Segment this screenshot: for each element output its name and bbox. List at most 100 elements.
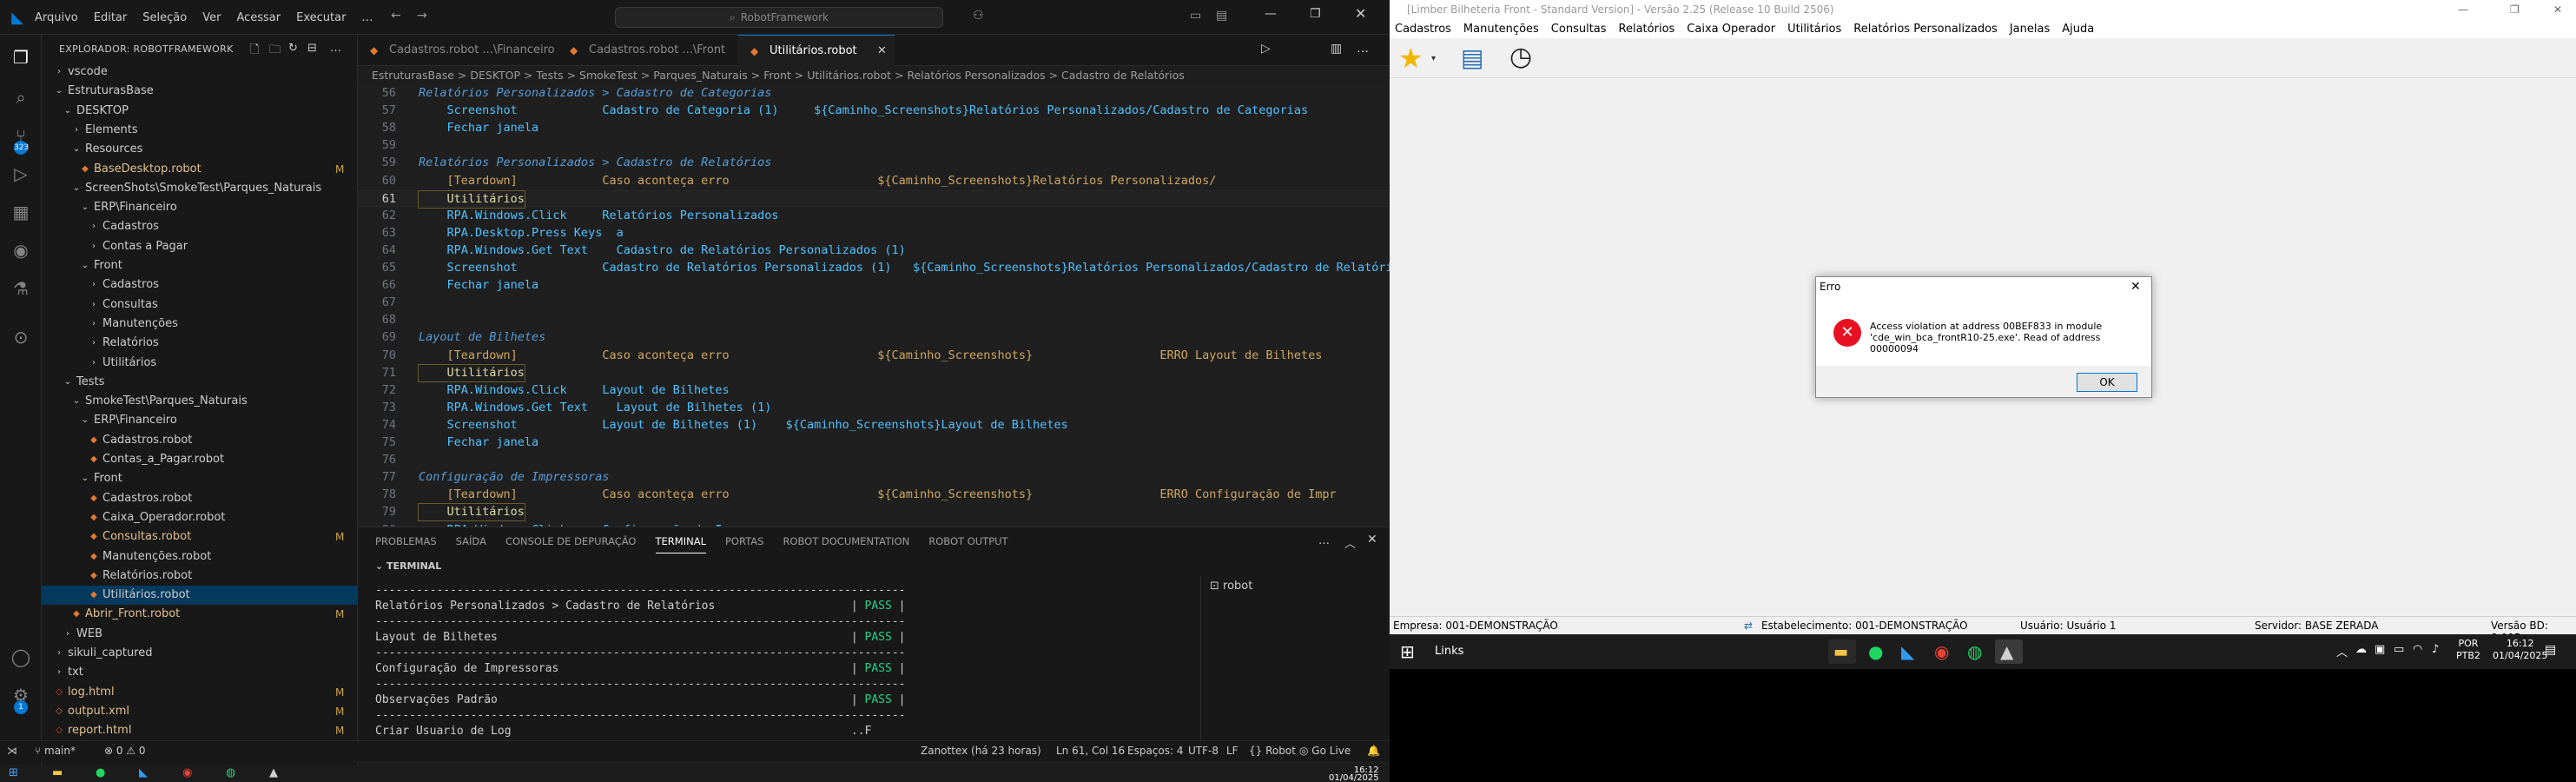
folder-item[interactable]: ⌄ EstruturasBase xyxy=(42,82,358,101)
code-line[interactable]: 57 Screenshot Cadastro de Categoria (1) … xyxy=(358,103,1390,119)
file-item[interactable]: ◇ log.html M xyxy=(42,683,358,702)
menu-acessar[interactable]: Acessar xyxy=(236,11,281,24)
file-item[interactable]: ◆ Cadastros.robot xyxy=(42,489,358,508)
folder-item[interactable]: › vscode xyxy=(42,63,358,82)
file-item[interactable]: ◆ Cadastros.robot xyxy=(42,431,358,450)
file-item[interactable]: ◆ Manutenções.robot xyxy=(42,547,358,567)
language-mode[interactable]: {} Robot xyxy=(1249,745,1296,757)
code-line[interactable]: 78 [Teardown] Caso aconteça erro ${Camin… xyxy=(358,487,1390,503)
editor-more-icon[interactable]: … xyxy=(1357,42,1369,56)
file-explorer-icon[interactable]: ▬ xyxy=(1828,640,1856,664)
folder-item[interactable]: › WEB xyxy=(42,625,358,644)
copilot-icon[interactable]: ⚇ xyxy=(973,9,984,23)
chrome-icon[interactable]: ◉ xyxy=(182,766,192,779)
forward-arrow-icon[interactable]: → xyxy=(417,9,427,23)
menu-executar[interactable]: Executar xyxy=(296,11,346,24)
menu-utilitarios[interactable]: Utilitários xyxy=(1787,23,1841,36)
close-panel-icon[interactable]: ✕ xyxy=(1367,533,1377,547)
tab-cadastros-front[interactable]: ◆ Cadastros.robot ...\Front xyxy=(558,35,736,66)
spotify-icon[interactable]: ● xyxy=(96,766,105,779)
tab-portas[interactable]: PORTAS xyxy=(725,535,763,547)
windows-start-icon[interactable]: ⊞ xyxy=(9,766,18,779)
clock[interactable]: 16:12 01/04/2025 xyxy=(2493,638,2547,662)
code-line[interactable]: 70 [Teardown] Caso aconteça erro ${Camin… xyxy=(358,348,1390,364)
code-line[interactable]: 56 Relatórios Personalizados > Cadastro d… xyxy=(358,85,1390,102)
code-line[interactable]: 62 RPA.Windows.Click Relatórios Personal… xyxy=(358,208,1390,224)
minimize-icon[interactable]: — xyxy=(2458,0,2468,19)
code-line[interactable]: 58 Fechar janela xyxy=(358,120,1390,136)
file-explorer-icon[interactable]: ▬ xyxy=(52,766,63,779)
indentation[interactable]: Espaços: 4 xyxy=(1127,745,1184,757)
notepad-icon[interactable]: ▤ xyxy=(1461,43,1483,72)
windows-start-icon[interactable]: ⊞ xyxy=(1400,641,1415,662)
notifications-bell-icon[interactable]: 🔔 xyxy=(1367,745,1380,757)
explorer-icon[interactable]: ❐ xyxy=(10,47,31,68)
menu-relatorios[interactable]: Relatórios xyxy=(1619,23,1675,36)
code-line[interactable]: 75 Fechar janela xyxy=(358,434,1390,451)
collapse-all-icon[interactable]: ⊟ xyxy=(307,42,317,55)
folder-item[interactable]: › Contas a Pagar xyxy=(42,237,358,256)
folder-item[interactable]: › txt xyxy=(42,663,358,682)
code-line[interactable]: 63 RPA.Desktop.Press Keys a xyxy=(358,225,1390,242)
code-line[interactable]: 73 RPA.Windows.Get Text Layout de Bilhet… xyxy=(358,400,1390,416)
file-item[interactable]: ◆ Utilitários.robot xyxy=(42,586,358,606)
volume-icon[interactable]: ♪ xyxy=(2432,643,2439,656)
close-icon[interactable]: ✕ xyxy=(2130,277,2141,296)
tab-terminal[interactable]: TERMINAL xyxy=(655,535,706,553)
maximize-icon[interactable]: ❐ xyxy=(1310,7,1321,21)
tab-console-depuracao[interactable]: CONSOLE DE DEPURAÇÃO xyxy=(505,535,637,547)
folder-item[interactable]: › Utilitários xyxy=(42,354,358,373)
cursor-position[interactable]: Ln 61, Col 16 xyxy=(1056,745,1125,757)
tab-saida[interactable]: SAÍDA xyxy=(456,535,486,547)
encoding[interactable]: UTF-8 xyxy=(1188,745,1219,757)
terminal-instance[interactable]: ⊡ robot xyxy=(1210,580,1252,593)
chevron-down-icon[interactable]: ▾ xyxy=(1431,54,1436,63)
menu-selecao[interactable]: Seleção xyxy=(142,11,187,24)
folder-item[interactable]: ⌄ ScreenShots\SmokeTest\Parques_Naturais xyxy=(42,179,358,198)
folder-item[interactable]: ⌄ SmokeTest\Parques_Naturais xyxy=(42,392,358,411)
code-line[interactable]: 71 Utilitários xyxy=(358,363,1390,382)
folder-item[interactable]: ⌄ Front xyxy=(42,469,358,488)
folder-item[interactable]: ⌄ DESKTOP xyxy=(42,102,358,121)
whatsapp-icon[interactable]: ◍ xyxy=(226,766,235,779)
code-line[interactable]: 69 Layout de Bilhetes xyxy=(358,329,1390,346)
notification-center-icon[interactable]: ▤ xyxy=(2545,643,2556,657)
menu-arquivo[interactable]: Arquivo xyxy=(35,11,78,24)
tab-close-icon[interactable]: ✕ xyxy=(877,36,887,67)
layout-icon[interactable]: ▤ xyxy=(1216,9,1227,23)
new-file-icon[interactable]: 🗋 xyxy=(250,42,259,61)
menu-editar[interactable]: Editar xyxy=(94,11,128,24)
folder-item[interactable]: ⌄ ERP\Financeiro xyxy=(42,198,358,217)
toggle-panel-icon[interactable]: ▭ xyxy=(1190,9,1201,23)
tab-cadastros-financeiro[interactable]: ◆ Cadastros.robot ...\Financeiro xyxy=(358,35,556,66)
robot-icon[interactable]: ◉ xyxy=(10,240,31,261)
menu-relatorios-personalizados[interactable]: Relatórios Personalizados xyxy=(1853,23,1998,36)
folder-item[interactable]: › Cadastros xyxy=(42,275,358,295)
file-item[interactable]: ◇ output.xml M xyxy=(42,702,358,721)
go-live[interactable]: ◎ Go Live xyxy=(1299,745,1351,757)
problems-status[interactable]: ⊗ 0 ⚠ 0 xyxy=(104,745,146,757)
code-line[interactable]: 67 xyxy=(358,295,1390,311)
code-line[interactable]: 59 xyxy=(358,137,1390,154)
back-arrow-icon[interactable]: ← xyxy=(391,9,401,23)
code-editor[interactable]: 56 Relatórios Personalizados > Cadastro d… xyxy=(358,85,1390,527)
code-line[interactable]: 65 Screenshot Cadastro de Relatórios Per… xyxy=(358,260,1390,276)
folder-item[interactable]: › sikuli_captured xyxy=(42,644,358,663)
code-line[interactable]: 66 Fechar janela xyxy=(358,277,1390,294)
maximize-icon[interactable]: ❐ xyxy=(2510,0,2520,19)
code-line[interactable]: 76 xyxy=(358,452,1390,468)
more-actions-icon[interactable]: … xyxy=(330,42,341,55)
folder-item[interactable]: › Elements xyxy=(42,121,358,140)
code-line[interactable]: 59 Relatórios Personalizados > Cadastro d… xyxy=(358,155,1390,171)
onedrive-icon[interactable]: ☁ xyxy=(2355,643,2367,656)
tab-problemas[interactable]: PROBLEMAS xyxy=(375,535,437,547)
tab-robot-output[interactable]: ROBOT OUTPUT xyxy=(928,535,1007,547)
menu-more[interactable]: … xyxy=(361,11,373,24)
refresh-icon[interactable]: ↻ xyxy=(288,42,298,55)
breadcrumb[interactable]: EstruturasBase > DESKTOP > Tests > Smoke… xyxy=(358,66,1390,85)
maximize-panel-icon[interactable]: ︿ xyxy=(1344,534,1356,551)
language-indicator[interactable]: POR PTB2 xyxy=(2456,638,2480,662)
folder-item[interactable]: › Relatórios xyxy=(42,334,358,353)
terminal-output[interactable]: ----------------------------------------… xyxy=(358,576,1200,741)
code-line[interactable]: 61 Utilitários xyxy=(358,189,1390,209)
